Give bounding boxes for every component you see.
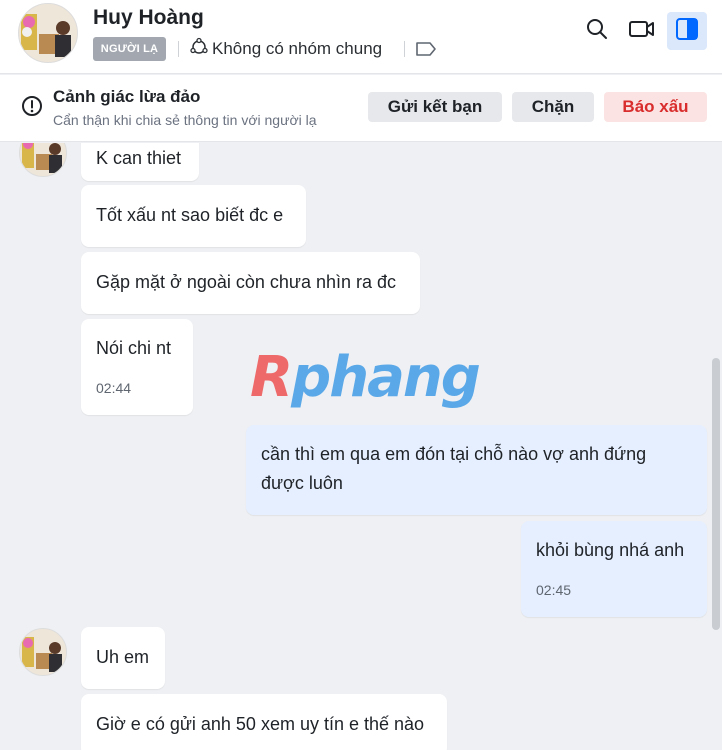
- message-text: Tốt xấu nt sao biết đc e: [96, 205, 284, 225]
- search-button[interactable]: [577, 12, 617, 50]
- message-bubble[interactable]: K can thiet: [81, 143, 199, 181]
- message-text: K can thiet: [96, 148, 182, 168]
- my-message-bubble[interactable]: cần thì em qua em đón tại chỗ nào vợ anh…: [246, 425, 707, 515]
- report-button[interactable]: Báo xấu: [604, 92, 707, 122]
- message-text: Nói chi nt: [96, 338, 172, 358]
- my-message-bubble[interactable]: khỏi bùng nhá anh 02:45: [521, 521, 707, 617]
- tag-icon[interactable]: [415, 41, 437, 62]
- contact-avatar[interactable]: [18, 3, 78, 63]
- divider: [404, 41, 405, 57]
- common-group-text: Không có nhóm chung: [212, 39, 383, 58]
- warning-title: Cảnh giác lừa đảo: [53, 87, 201, 106]
- message-time: 02:45: [536, 582, 572, 598]
- message-bubble[interactable]: Giờ e có gửi anh 50 xem uy tín e thế nào: [81, 694, 447, 750]
- message-time: 02:44: [96, 380, 132, 396]
- block-button[interactable]: Chặn: [512, 92, 594, 122]
- sidebar-toggle-icon: [676, 17, 698, 45]
- sender-avatar[interactable]: [19, 628, 67, 676]
- search-icon: [585, 17, 609, 46]
- contact-name[interactable]: Huy Hoàng: [93, 6, 204, 30]
- video-call-button[interactable]: [622, 12, 662, 50]
- common-group-info[interactable]: Không có nhóm chung: [189, 37, 382, 61]
- alert-icon: [21, 95, 43, 122]
- divider: [178, 41, 179, 57]
- sender-avatar[interactable]: [19, 143, 67, 177]
- video-call-icon: [629, 19, 655, 44]
- chat-scrollbar[interactable]: [712, 358, 720, 630]
- warning-subtitle: Cẩn thận khi chia sẻ thông tin với người…: [53, 112, 317, 128]
- add-friend-button[interactable]: Gửi kết bạn: [368, 92, 502, 122]
- message-bubble[interactable]: Uh em: [81, 627, 165, 689]
- message-bubble[interactable]: Tốt xấu nt sao biết đc e: [81, 185, 306, 247]
- message-bubble[interactable]: Nói chi nt 02:44: [81, 319, 193, 415]
- message-text: khỏi bùng nhá anh: [536, 540, 685, 560]
- message-text: Gặp mặt ở ngoài còn chưa nhìn ra đc: [96, 272, 397, 292]
- group-icon: [189, 37, 209, 62]
- watermark-logo: Rphang: [250, 345, 481, 410]
- stranger-badge: NGƯỜI LẠ: [93, 37, 166, 61]
- sidebar-toggle-button[interactable]: [667, 12, 707, 50]
- message-text: Giờ e có gửi anh 50 xem uy tín e thế nào: [96, 714, 425, 734]
- chat-header: Huy Hoàng NGƯỜI LẠ Không có nhóm chung: [0, 0, 722, 74]
- message-text: cần thì em qua em đón tại chỗ nào vợ anh…: [261, 444, 647, 493]
- message-bubble[interactable]: Gặp mặt ở ngoài còn chưa nhìn ra đc: [81, 252, 420, 314]
- message-text: Uh em: [96, 647, 150, 667]
- message-list[interactable]: K can thiet Tốt xấu nt sao biết đc e Gặp…: [0, 143, 722, 750]
